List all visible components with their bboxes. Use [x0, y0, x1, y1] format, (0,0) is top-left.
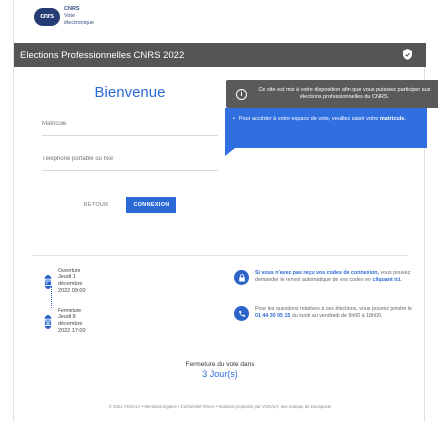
resend-codes-link[interactable]: cliquant ici.	[373, 277, 402, 283]
matricule-field	[42, 121, 218, 136]
help-codes: Si vous n'avez pas reçu vos codes de con…	[234, 270, 419, 285]
countdown: Fermeture du vote dans 3 Jour(s)	[14, 361, 426, 379]
logo-badge: cnrs	[34, 7, 60, 26]
logo-brand: CNRS	[64, 6, 80, 12]
info-tooltip: i Ce site est mis à votre disposition af…	[226, 80, 438, 108]
top-header: cnrs CNRS Vote électronique	[14, 0, 426, 43]
instruction-text-bold: matricule.	[379, 116, 406, 122]
opening-info: Ouverture Jeudi 1 décembre 2022 09:00	[58, 268, 88, 295]
phone-field	[42, 156, 218, 171]
logo-line-vote: Vote	[64, 13, 76, 19]
page-title: Elections Professionnelles CNRS 2022	[20, 49, 185, 61]
instruction-card-tail	[225, 148, 235, 156]
opening-date: Jeudi 1 décembre 2022 09:00	[58, 274, 86, 294]
back-button[interactable]: RETOUR	[84, 202, 109, 208]
logo-line-electronique: électronique	[64, 20, 94, 26]
phone-icon	[234, 306, 249, 321]
title-bar: Elections Professionnelles CNRS 2022	[14, 43, 426, 67]
login-button[interactable]: CONNEXION	[126, 197, 177, 213]
matricule-input[interactable]	[42, 121, 218, 127]
lock-icon	[234, 270, 249, 285]
countdown-value: 3 Jour(s)	[202, 369, 238, 379]
logo-text: CNRS Vote électronique	[64, 6, 94, 27]
help-phone: Pour les questions relatives à ces élect…	[234, 306, 419, 321]
login-buttons: RETOUR CONNEXION	[42, 197, 218, 213]
page-frame: cnrs CNRS Vote électronique Elections Pr…	[13, 0, 438, 422]
instruction-item: • Pour accéder à votre espace de vote, v…	[233, 116, 419, 123]
phone-help-hours: du lundi au vendredi de 9h00 à 18h00.	[291, 312, 383, 319]
section-divider	[32, 255, 408, 256]
closing-info: Fermeture Jeudi 8 décembre 2022 17:00	[58, 308, 88, 335]
phone-help-intro: Pour les questions relatives à ces élect…	[255, 306, 412, 312]
phone-input[interactable]	[42, 156, 218, 162]
bullet-dot-icon: •	[233, 116, 235, 122]
timeline-connector	[50, 286, 52, 308]
page-footer: © 2022 VOXALY • Mentions légales • Confo…	[108, 404, 332, 409]
shield-check-icon	[403, 49, 412, 60]
login-form: Bienvenue RETOUR CONNEXION	[42, 82, 218, 213]
phone-help-text: Pour les questions relatives à ces élect…	[255, 306, 419, 319]
timeline-closing: Fermeture Jeudi 8 décembre 2022 17:00	[44, 308, 88, 335]
welcome-heading: Bienvenue	[94, 84, 166, 101]
tooltip-text: Ce site est mis à votre disposition afin…	[258, 87, 431, 100]
cnrs-logo[interactable]: cnrs CNRS Vote électronique	[34, 6, 94, 27]
calendar-close-icon	[44, 314, 52, 329]
instruction-text: Pour accéder à votre espace de vote, veu…	[239, 116, 406, 123]
instruction-card: • Pour accéder à votre espace de vote, v…	[225, 108, 427, 148]
info-icon: i	[236, 88, 247, 100]
closing-date: Jeudi 8 décembre 2022 17:00	[58, 314, 86, 334]
codes-help-text: Si vous n'avez pas reçu vos codes de con…	[255, 270, 419, 283]
support-phone-number[interactable]: 01 44 30 05 15	[255, 313, 290, 319]
countdown-label: Fermeture du vote dans	[185, 361, 255, 368]
codes-missing-link[interactable]: Si vous n'avez pas reçu vos codes de con…	[255, 270, 379, 276]
instruction-text-main: Pour accéder à votre espace de vote, veu…	[238, 116, 379, 122]
